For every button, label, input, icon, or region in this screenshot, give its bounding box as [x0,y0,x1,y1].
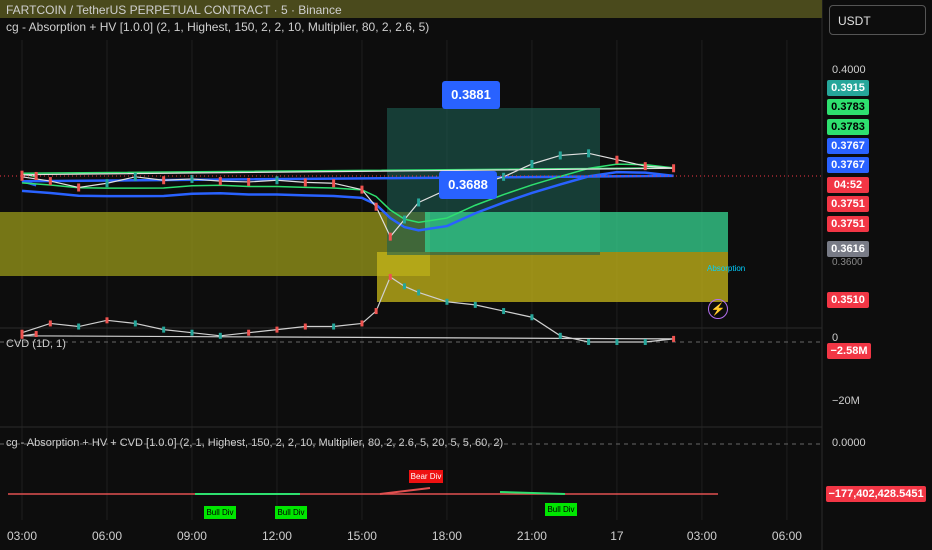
currency-label: USDT [838,14,871,28]
candle [587,149,591,158]
cvd-candle [417,289,421,296]
price-tag-6: 0.3751 [827,196,869,212]
price-tag-1: 0.3783 [827,99,869,115]
price-tag-3: 0.3767 [827,138,869,154]
currency-button[interactable]: USDT [829,5,926,35]
candle [530,160,534,168]
bull-div-label: Bull Div [275,506,307,519]
oscillator-value-tag: −177,402,428.5451 [826,486,926,502]
oscillator-title: cg - Absorption + HV + CVD [1.0.0] (2, 1… [6,437,504,449]
candle [247,177,251,186]
cvd-title: CVD (1D, 1) [6,338,66,350]
candle [388,232,392,241]
cvd-candle [190,329,194,336]
cvd-candle [303,323,307,330]
cvd-candle [360,320,364,327]
price-axis-tick-partial: 0.3600 [832,257,863,268]
cvd-candle [643,339,647,345]
cvd-candle [445,298,449,305]
cvd-candle [672,335,676,342]
bull-div-label: Bull Div [545,503,577,516]
cvd-candle [77,323,81,330]
absorption-zone-lower [377,252,728,302]
cvd-candle [587,339,591,345]
cvd-candle [402,283,406,290]
candle [77,183,81,192]
time-tick-label: 09:00 [177,529,207,543]
cvd-candle [615,339,619,345]
bull-div-label: Bull Div [204,506,236,519]
price-tag-7: 0.3751 [827,216,869,232]
cvd-candle [332,323,336,330]
absorption-zone [0,212,430,276]
price-tag-2: 0.3783 [827,119,869,135]
cvd-candle [473,301,477,308]
cvd-candle [48,320,52,327]
price-callout-upper[interactable]: 0.3881 [442,81,500,109]
candle [275,176,279,185]
candle [615,155,619,164]
candle [303,178,307,187]
candle [218,177,222,186]
cvd-candle [374,308,378,315]
candle [48,177,52,186]
oscillator-zero-tick: 0.0000 [832,437,866,449]
indicator-title: cg - Absorption + HV [1.0.0] (2, 1, High… [6,20,430,34]
cvd-candle [388,274,392,280]
time-tick-label: 03:00 [7,529,37,543]
price-tag-4: 0.3767 [827,157,869,173]
cvd-candle [105,317,109,324]
cvd-candle [218,332,222,339]
cvd-candle [34,331,38,338]
candle [162,176,166,185]
cvd-candle [162,326,166,333]
price-tag-0: 0.3915 [827,80,869,96]
cvd-low-tick: −20M [832,395,860,407]
candle [672,164,676,173]
candle [558,151,562,160]
candle [417,198,421,207]
candle [20,170,24,179]
candle [360,185,364,194]
time-tick-label: 03:00 [687,529,717,543]
candle [190,174,194,183]
time-tick-label: 17 [610,529,624,543]
target-zone [425,212,728,252]
time-tick-label: 12:00 [262,529,292,543]
price-tag-8: 0.3616 [827,241,869,257]
cvd-candle [558,332,562,339]
price-tag-9: 0.3510 [827,292,869,308]
candle [374,202,378,211]
symbol-title: FARTCOIN / TetherUS PERPETUAL CONTRACT ·… [6,3,342,17]
cvd-candle [530,314,534,321]
price-callout-lower[interactable]: 0.3688 [439,171,497,199]
price-axis-tick: 0.4000 [832,64,866,76]
candle [502,172,506,181]
candle [402,215,406,224]
time-tick-label: 06:00 [772,529,802,543]
osc-bear-segment [379,487,431,495]
candle [643,162,647,171]
cvd-candle [275,326,279,333]
candle [133,172,137,181]
lightning-icon[interactable]: ⚡ [708,299,728,319]
candle [105,179,109,188]
cvd-candle [502,308,506,315]
cvd-candle [247,329,251,336]
cvd-candle [133,320,137,327]
time-tick-label: 18:00 [432,529,462,543]
countdown-tag: 04:52 [827,177,869,193]
bear-div-label: Bear Div [409,470,443,483]
absorption-label: Absorption [707,264,746,273]
time-tick-label: 21:00 [517,529,547,543]
candle [332,179,336,188]
cvd-value-tag: −2.58M [827,343,871,359]
time-tick-label: 06:00 [92,529,122,543]
time-tick-label: 15:00 [347,529,377,543]
